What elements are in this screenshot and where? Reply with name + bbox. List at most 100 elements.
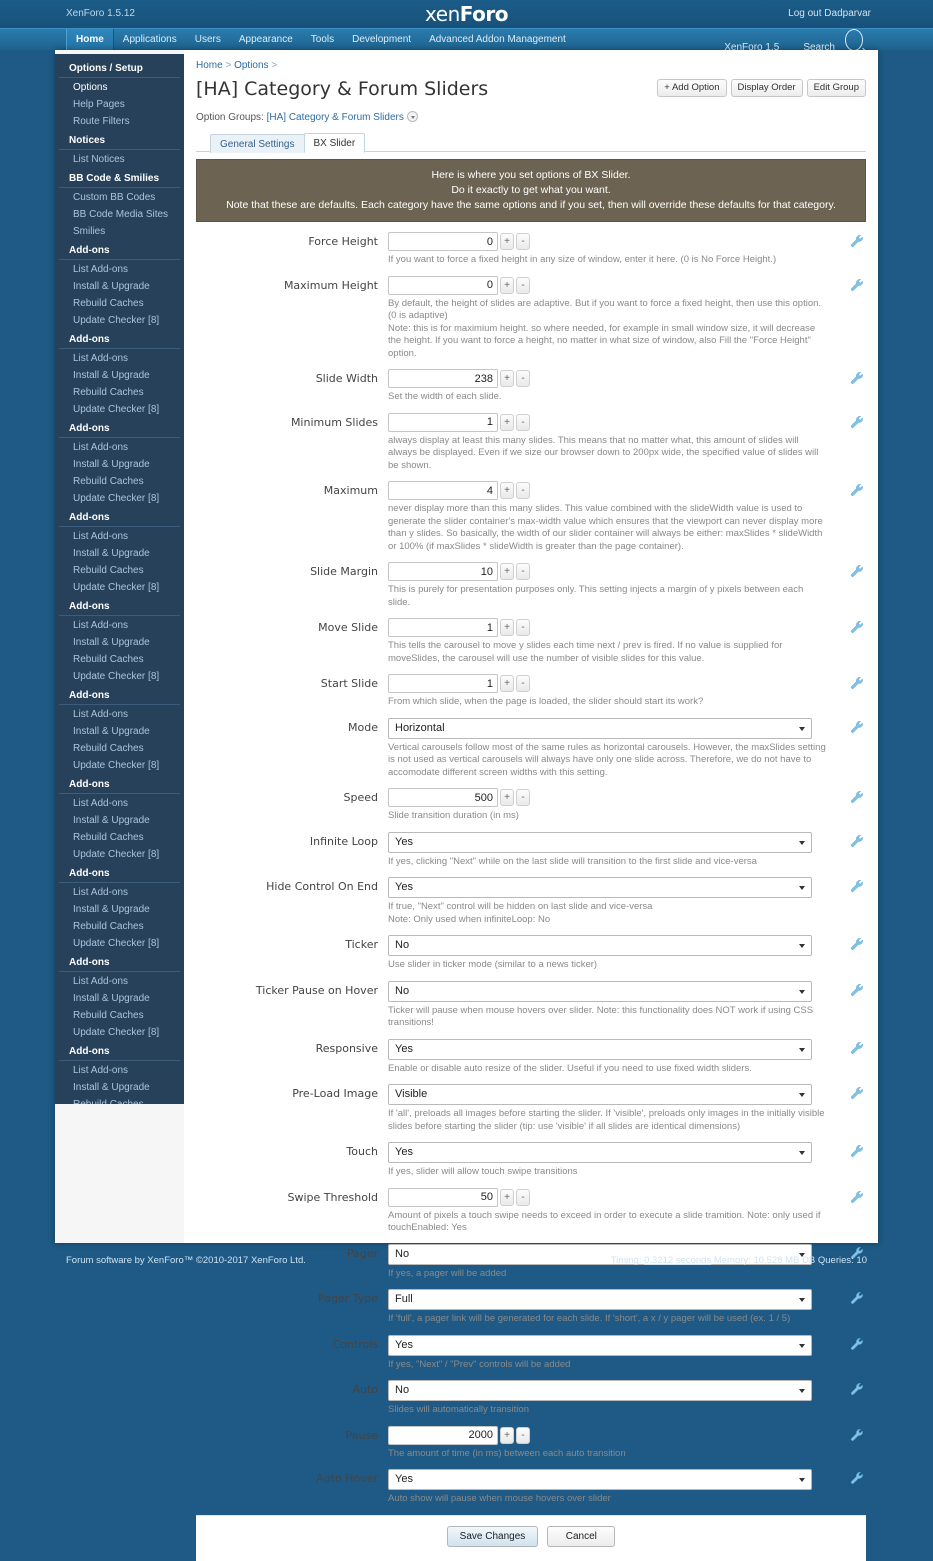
wrench-icon[interactable]	[850, 1428, 864, 1442]
sidebar-item-update-checker-8[interactable]: Update Checker [8]	[55, 312, 184, 329]
stepper-down-swipe-threshold[interactable]: -	[516, 1188, 530, 1206]
sidebar-item-route-filters[interactable]: Route Filters	[55, 113, 184, 130]
stepper-down-minimum-slides[interactable]: -	[516, 413, 530, 431]
sidebar-item-rebuild-caches[interactable]: Rebuild Caches	[55, 829, 184, 846]
sidebar-item-list-add-ons[interactable]: List Add-ons	[55, 528, 184, 545]
stepper-up-maximum[interactable]: +	[500, 482, 514, 499]
sidebar-item-rebuild-caches[interactable]: Rebuild Caches	[55, 918, 184, 935]
wrench-icon[interactable]	[850, 234, 864, 248]
input-maximum-height[interactable]	[388, 275, 498, 295]
sidebar-item-update-checker-8[interactable]: Update Checker [8]	[55, 401, 184, 418]
input-maximum[interactable]	[388, 481, 498, 500]
search-button[interactable]: Search	[787, 29, 871, 53]
wrench-icon[interactable]	[850, 1144, 864, 1158]
input-force-height[interactable]	[388, 232, 498, 251]
sidebar-item-install-upgrade[interactable]: Install & Upgrade	[55, 278, 184, 295]
nav-tab-applications[interactable]: Applications	[114, 29, 186, 51]
add-option-button[interactable]: + Add Option	[657, 79, 727, 97]
wrench-icon[interactable]	[850, 1382, 864, 1396]
sidebar-item-update-checker-8[interactable]: Update Checker [8]	[55, 579, 184, 596]
sidebar-item-smilies[interactable]: Smilies	[55, 223, 184, 240]
stepper-down-move-slide[interactable]: -	[516, 619, 530, 636]
wrench-icon[interactable]	[850, 1471, 864, 1485]
nav-tab-advanced-addon-management[interactable]: Advanced Addon Management	[420, 29, 575, 51]
wrench-icon[interactable]	[850, 1086, 864, 1100]
nav-tab-home[interactable]: Home	[66, 29, 114, 51]
input-start-slide[interactable]	[388, 674, 498, 693]
wrench-icon[interactable]	[850, 278, 864, 292]
stepper-up-minimum-slides[interactable]: +	[500, 413, 514, 431]
wrench-icon[interactable]	[850, 1190, 864, 1204]
sidebar-item-install-upgrade[interactable]: Install & Upgrade	[55, 812, 184, 829]
option-group-value[interactable]: [HA] Category & Forum Sliders	[267, 112, 404, 123]
select-pre-load-image[interactable]: Visible	[388, 1084, 812, 1105]
nav-tab-development[interactable]: Development	[343, 29, 420, 51]
stepper-up-move-slide[interactable]: +	[500, 619, 514, 636]
sidebar-item-rebuild-caches[interactable]: Rebuild Caches	[55, 651, 184, 668]
sidebar-item-update-checker-8[interactable]: Update Checker [8]	[55, 1024, 184, 1041]
select-touch[interactable]: Yes	[388, 1142, 812, 1163]
stepper-up-swipe-threshold[interactable]: +	[500, 1188, 514, 1206]
wrench-icon[interactable]	[850, 483, 864, 497]
sidebar-item-install-upgrade[interactable]: Install & Upgrade	[55, 545, 184, 562]
wrench-icon[interactable]	[850, 564, 864, 578]
wrench-icon[interactable]	[850, 983, 864, 997]
wrench-icon[interactable]	[850, 1337, 864, 1351]
select-auto-hover[interactable]: Yes	[388, 1469, 812, 1490]
tab-bx-slider[interactable]: BX Slider	[303, 133, 366, 153]
sidebar-item-install-upgrade[interactable]: Install & Upgrade	[55, 990, 184, 1007]
sidebar-item-rebuild-caches[interactable]: Rebuild Caches	[55, 1096, 184, 1104]
sidebar-item-list-add-ons[interactable]: List Add-ons	[55, 795, 184, 812]
stepper-down-maximum[interactable]: -	[516, 482, 530, 499]
sidebar-item-install-upgrade[interactable]: Install & Upgrade	[55, 723, 184, 740]
stepper-down-slide-margin[interactable]: -	[516, 563, 530, 580]
tab-general-settings[interactable]: General Settings	[210, 134, 305, 153]
sidebar-item-custom-bb-codes[interactable]: Custom BB Codes	[55, 189, 184, 206]
sidebar-item-update-checker-8[interactable]: Update Checker [8]	[55, 490, 184, 507]
sidebar-item-help-pages[interactable]: Help Pages	[55, 96, 184, 113]
wrench-icon[interactable]	[850, 415, 864, 429]
sidebar-item-update-checker-8[interactable]: Update Checker [8]	[55, 757, 184, 774]
input-speed[interactable]	[388, 788, 498, 807]
sidebar-item-rebuild-caches[interactable]: Rebuild Caches	[55, 384, 184, 401]
wrench-icon[interactable]	[850, 790, 864, 804]
sidebar-item-rebuild-caches[interactable]: Rebuild Caches	[55, 1007, 184, 1024]
sidebar-item-list-add-ons[interactable]: List Add-ons	[55, 973, 184, 990]
sidebar-item-rebuild-caches[interactable]: Rebuild Caches	[55, 473, 184, 490]
stepper-up-speed[interactable]: +	[500, 789, 514, 806]
input-minimum-slides[interactable]	[388, 412, 498, 432]
sidebar-item-list-add-ons[interactable]: List Add-ons	[55, 706, 184, 723]
wrench-icon[interactable]	[850, 937, 864, 951]
select-infinite-loop[interactable]: Yes	[388, 831, 812, 853]
breadcrumb-home[interactable]: Home	[196, 60, 223, 71]
stepper-up-slide-margin[interactable]: +	[500, 563, 514, 580]
wrench-icon[interactable]	[850, 371, 864, 385]
sidebar-item-list-add-ons[interactable]: List Add-ons	[55, 884, 184, 901]
stepper-up-maximum-height[interactable]: +	[500, 276, 514, 294]
stepper-up-start-slide[interactable]: +	[500, 675, 514, 692]
select-auto[interactable]: No	[388, 1380, 812, 1401]
select-pager-type[interactable]: Full	[388, 1289, 812, 1310]
wrench-icon[interactable]	[850, 1291, 864, 1305]
sidebar-item-update-checker-8[interactable]: Update Checker [8]	[55, 668, 184, 685]
wrench-icon[interactable]	[850, 620, 864, 634]
sidebar-item-rebuild-caches[interactable]: Rebuild Caches	[55, 562, 184, 579]
stepper-up-slide-width[interactable]: +	[500, 370, 514, 387]
sidebar-item-bb-code-media-sites[interactable]: BB Code Media Sites	[55, 206, 184, 223]
wrench-icon[interactable]	[850, 676, 864, 690]
sidebar-item-rebuild-caches[interactable]: Rebuild Caches	[55, 740, 184, 757]
logout-link[interactable]: Log out Dadparvar	[788, 8, 871, 19]
sidebar-item-install-upgrade[interactable]: Install & Upgrade	[55, 456, 184, 473]
select-ticker-pause-on-hover[interactable]: No	[388, 980, 812, 1002]
sidebar-item-install-upgrade[interactable]: Install & Upgrade	[55, 901, 184, 918]
wrench-icon[interactable]	[850, 1041, 864, 1055]
stepper-down-speed[interactable]: -	[516, 789, 530, 806]
save-changes-button[interactable]: Save Changes	[446, 1525, 539, 1547]
nav-tab-users[interactable]: Users	[186, 29, 230, 51]
stepper-down-pause[interactable]: -	[516, 1426, 530, 1444]
stepper-down-slide-width[interactable]: -	[516, 370, 530, 387]
stepper-up-force-height[interactable]: +	[500, 233, 514, 250]
stepper-down-force-height[interactable]: -	[516, 233, 530, 250]
sidebar-item-rebuild-caches[interactable]: Rebuild Caches	[55, 295, 184, 312]
sidebar-item-list-notices[interactable]: List Notices	[55, 151, 184, 168]
